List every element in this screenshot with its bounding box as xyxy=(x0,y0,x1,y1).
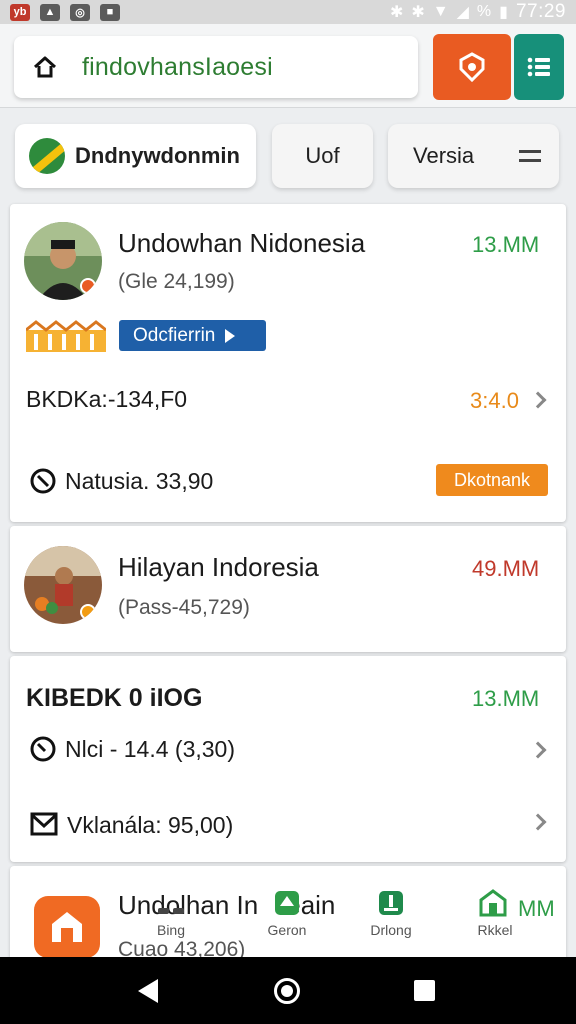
bluetooth-icon: ✱ xyxy=(389,4,404,21)
shield-button[interactable] xyxy=(433,34,511,100)
list-item[interactable]: Hilayan Indoresia (Pass-45,729) 49.MM xyxy=(10,526,566,652)
chevron-right-icon[interactable] xyxy=(529,813,547,831)
store-icon xyxy=(34,896,100,958)
back-icon[interactable] xyxy=(138,979,158,1003)
detail-row-text: BKDKa:-134,F0 xyxy=(26,386,188,412)
nav-item-label[interactable]: Bing xyxy=(136,922,206,938)
chevron-right-icon[interactable] xyxy=(529,391,547,409)
nav-item-label[interactable]: Rkkel xyxy=(460,922,530,938)
detail-row-value: 3:4.0 xyxy=(470,388,519,413)
building-icon[interactable] xyxy=(478,888,508,918)
detail-row-text: Vklanála: 95,00) xyxy=(67,812,234,838)
chip-region[interactable]: Dndnywdonmin xyxy=(15,124,256,188)
home-circle-icon[interactable] xyxy=(274,978,300,1004)
card-subtitle: (Pass-45,729) xyxy=(118,596,250,619)
list-item[interactable]: KIBEDK 0 iIOG 13.MM Nlci - 14.4 (3,30) V… xyxy=(10,656,566,862)
sort-icon[interactable] xyxy=(519,150,541,162)
app-top-bar: findovhansIaoesi xyxy=(0,24,576,108)
detail-row-text: Nlci - 14.4 (3,30) xyxy=(65,736,236,762)
vibrate-icon: ✱ xyxy=(411,4,425,21)
url-text[interactable]: findovhansIaoesi xyxy=(82,53,273,82)
card-metric: 13.MM xyxy=(472,232,540,257)
shield-icon xyxy=(459,52,485,82)
tag-button[interactable]: Odcfierrin xyxy=(119,320,266,351)
list-icon xyxy=(527,57,550,77)
chip-version-label: Versia xyxy=(413,143,475,168)
battery-percent: % xyxy=(476,3,492,20)
card-subtitle: (Gle 24,199) xyxy=(118,270,235,293)
chevron-right-icon[interactable] xyxy=(529,741,547,759)
card-metric: 49.MM xyxy=(472,556,540,581)
avatar xyxy=(24,222,102,300)
card-title: KIBEDK 0 iIOG xyxy=(26,684,203,712)
recents-icon[interactable] xyxy=(414,980,435,1001)
status-row-text: Natusia. 33,90 xyxy=(65,468,214,494)
card-metric: 13.MM xyxy=(472,686,540,711)
leaf-icon[interactable] xyxy=(272,888,302,918)
card-title: Undolhan In eain xyxy=(118,890,336,920)
chip-filter[interactable]: Uof xyxy=(272,124,373,188)
system-navigation-bar xyxy=(0,957,576,1024)
status-bar: yb ▲ ◎ ■ ✱ ✱ ▼ ◢ % ▮ 77:29 xyxy=(0,0,576,24)
youtube-notification-icon: yb xyxy=(10,3,30,21)
card-metric: MM xyxy=(518,896,555,921)
chip-version[interactable]: Versia xyxy=(388,124,559,188)
download-icon[interactable] xyxy=(376,888,406,918)
menu-button[interactable] xyxy=(514,34,564,100)
action-button[interactable]: Dkotnank xyxy=(436,464,548,496)
tag-label: Odcfierrin xyxy=(133,324,216,346)
list-item[interactable]: Undowhan Nidonesia (Gle 24,199) 13.MM Od… xyxy=(10,204,566,522)
banner-image xyxy=(26,320,106,352)
mail-icon xyxy=(30,812,58,836)
home-icon[interactable] xyxy=(32,54,58,80)
play-icon xyxy=(225,328,236,343)
flag-icon xyxy=(29,138,65,174)
avatar xyxy=(24,546,102,624)
nav-item-label[interactable]: Geron xyxy=(252,922,322,938)
sync-notification-icon: ◎ xyxy=(70,3,90,21)
glasses-icon[interactable] xyxy=(156,888,186,918)
card-title: Undowhan Nidonesia xyxy=(118,228,366,258)
app-notification-icon: ■ xyxy=(100,3,120,21)
battery-icon: ▮ xyxy=(499,4,508,21)
clock: 77:29 xyxy=(515,1,566,22)
chip-filter-label: Uof xyxy=(305,143,340,168)
chip-region-label: Dndnywdonmin xyxy=(75,143,240,168)
wifi-icon: ▼ xyxy=(432,3,449,20)
image-notification-icon: ▲ xyxy=(40,3,60,21)
url-bar[interactable]: findovhansIaoesi xyxy=(14,36,418,98)
signal-icon: ◢ xyxy=(456,4,469,21)
nav-item-label[interactable]: Drlong xyxy=(356,922,426,938)
clock-icon xyxy=(30,736,56,762)
clock-icon xyxy=(30,468,56,494)
card-title: Hilayan Indoresia xyxy=(118,552,319,582)
